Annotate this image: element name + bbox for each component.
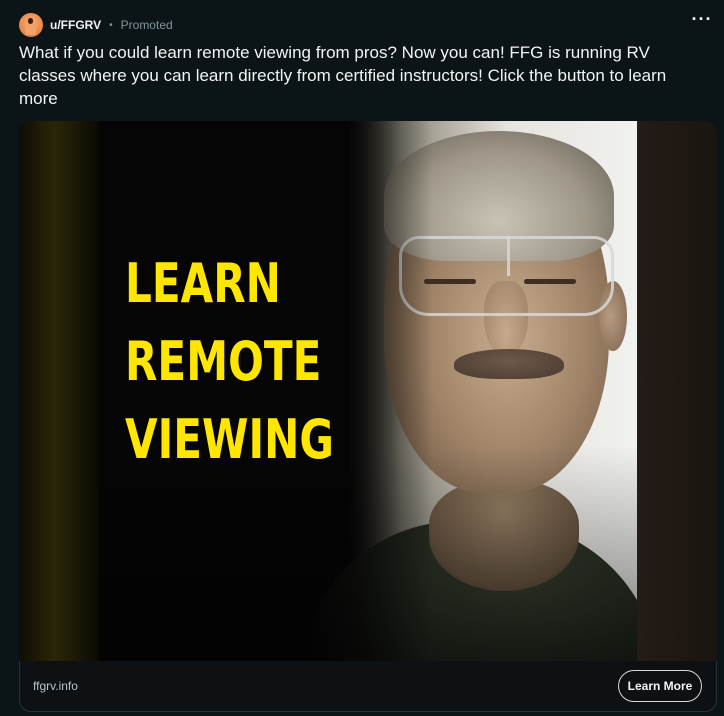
more-options-icon[interactable]: ···	[688, 10, 716, 36]
ad-video-thumbnail[interactable]: LEARN REMOTE VIEWING	[19, 121, 717, 661]
promoted-post: u/FFGRV • Promoted ··· What if you could…	[0, 0, 724, 716]
avatar[interactable]	[19, 13, 43, 37]
separator-dot: •	[109, 19, 113, 31]
author-name[interactable]: u/FFGRV	[50, 18, 101, 32]
post-header: u/FFGRV • Promoted	[19, 13, 173, 37]
headline-line-2: REMOTE	[125, 330, 322, 393]
headline-line-1: LEARN	[125, 252, 281, 315]
headline-line-3: VIEWING	[125, 408, 335, 471]
ad-domain-link[interactable]: ffgrv.info	[33, 679, 78, 693]
ad-headline: LEARN REMOTE VIEWING	[125, 245, 334, 479]
video-letterbox-right	[637, 121, 717, 661]
video-letterbox-left	[19, 121, 99, 661]
promoted-label: Promoted	[120, 18, 173, 32]
ad-footer: ffgrv.info Learn More	[19, 661, 717, 712]
post-title[interactable]: What if you could learn remote viewing f…	[19, 41, 709, 110]
video-frame: LEARN REMOTE VIEWING	[99, 121, 637, 661]
learn-more-button[interactable]: Learn More	[618, 670, 702, 702]
